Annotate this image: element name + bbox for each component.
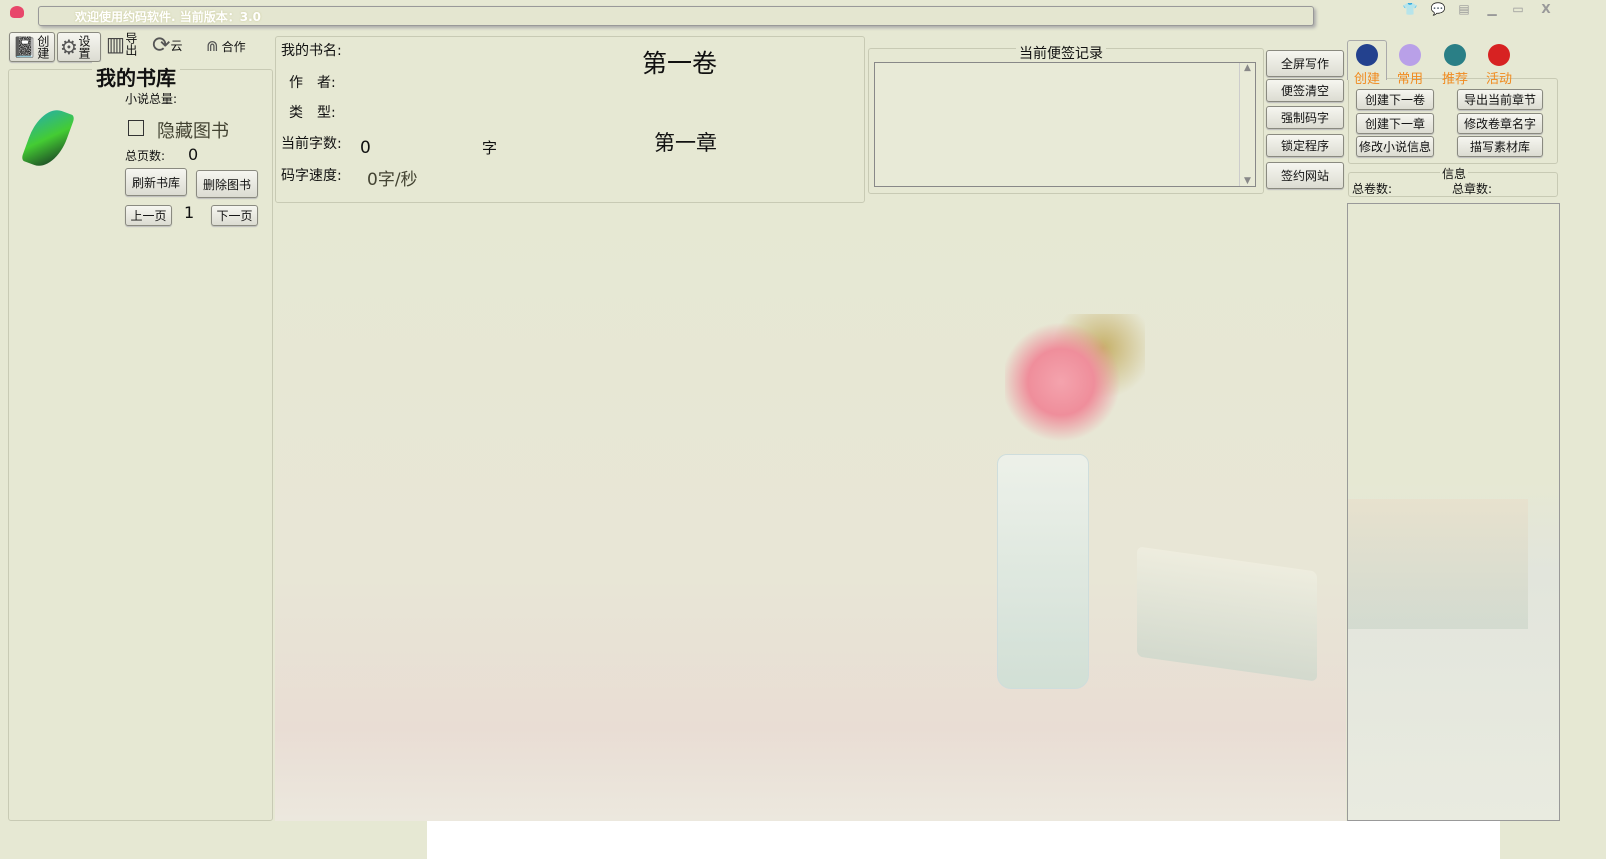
books-image xyxy=(1348,499,1528,629)
title-bar: 欢迎使用约码软件. 当前版本：3.0 xyxy=(38,6,1314,26)
notes-title: 当前便签记录 xyxy=(1016,43,1106,63)
current-page: 1 xyxy=(184,203,195,222)
next-page-button[interactable]: 下一页 xyxy=(211,205,258,226)
crystal-book-icon xyxy=(1399,44,1421,66)
minimize-icon[interactable]: ▁ xyxy=(1480,2,1504,20)
editor-area[interactable] xyxy=(275,204,1346,821)
export-chapter-button[interactable]: 导出当前章节 xyxy=(1457,89,1543,110)
refresh-library-button[interactable]: 刷新书库 xyxy=(125,168,187,196)
gem-icon xyxy=(1356,44,1378,66)
maximize-icon[interactable]: ▭ xyxy=(1506,2,1530,20)
chapter-title: 第一章 xyxy=(654,131,717,155)
speed-label: 码字速度: xyxy=(281,168,342,184)
eye-icon xyxy=(1444,44,1466,66)
tab-activity[interactable]: 活动 xyxy=(1479,44,1519,87)
library-title: 我的书库 xyxy=(92,62,180,91)
books-image xyxy=(1137,546,1317,682)
window-title: 欢迎使用约码软件. 当前版本：3.0 xyxy=(75,10,261,24)
app-logo-icon xyxy=(10,6,24,18)
hide-books-label: 隐藏图书 xyxy=(157,121,229,142)
edit-novel-info-button[interactable]: 修改小说信息 xyxy=(1356,136,1434,157)
close-icon[interactable]: X xyxy=(1534,2,1558,20)
cherry-icon xyxy=(1488,44,1510,66)
people-icon: ⋒ xyxy=(206,37,219,55)
toolbar-create-button[interactable]: 📓 创建 xyxy=(9,32,55,62)
total-novels-label: 小说总量: xyxy=(125,92,178,106)
prev-page-button[interactable]: 上一页 xyxy=(125,205,172,226)
total-pages-value: 0 xyxy=(188,145,199,164)
flowers-image xyxy=(1005,314,1145,484)
menu-icon[interactable]: ▤ xyxy=(1452,2,1476,20)
author-label: 作 者: xyxy=(289,75,336,91)
toolbar-cooperate-button[interactable]: ⋒ 合作 xyxy=(206,37,246,55)
speed-value: 0字/秒 xyxy=(367,170,418,190)
word-count-label: 当前字数: xyxy=(281,136,342,152)
toolbar-cloud-button[interactable]: ⟳ 云 xyxy=(152,33,182,58)
type-label: 类 型: xyxy=(289,105,336,121)
tab-create[interactable]: 创建 xyxy=(1347,44,1387,87)
volume-title: 第一卷 xyxy=(642,49,718,78)
rename-chapter-button[interactable]: 修改卷章名字 xyxy=(1457,113,1543,134)
chat-icon[interactable]: 💬 xyxy=(1426,2,1450,20)
force-typing-button[interactable]: 强制码字 xyxy=(1266,106,1344,129)
total-chapters-label: 总章数: xyxy=(1452,182,1493,196)
sign-website-button[interactable]: 签约网站 xyxy=(1266,162,1344,189)
export-icon: ▥ xyxy=(106,32,125,56)
delete-book-button[interactable]: 删除图书 xyxy=(196,170,258,198)
side-list-panel xyxy=(1347,203,1560,821)
lock-program-button[interactable]: 锁定程序 xyxy=(1266,134,1344,157)
notes-scrollbar[interactable]: ▲ ▼ xyxy=(1239,63,1255,186)
material-library-button[interactable]: 描写素材库 xyxy=(1457,136,1543,157)
word-count-value: 0 xyxy=(360,138,371,158)
total-volumes-label: 总卷数: xyxy=(1352,182,1393,196)
clear-notes-button[interactable]: 便签清空 xyxy=(1266,79,1344,102)
notebook-icon: 📓 xyxy=(12,35,37,59)
tab-common[interactable]: 常用 xyxy=(1390,44,1430,87)
book-name-label: 我的书名: xyxy=(281,43,342,59)
notes-textarea[interactable] xyxy=(874,62,1256,187)
flower-vase-image xyxy=(997,454,1089,689)
hide-books-checkbox[interactable] xyxy=(128,120,144,136)
status-bar xyxy=(427,821,1500,859)
tab-recommend[interactable]: 推荐 xyxy=(1435,44,1475,87)
fullscreen-write-button[interactable]: 全屏写作 xyxy=(1266,50,1344,77)
toolbar-export-button[interactable]: ▥ 导出 xyxy=(106,32,138,56)
gear-icon: ⚙ xyxy=(60,35,78,59)
create-next-chapter-button[interactable]: 创建下一章 xyxy=(1356,113,1434,134)
shirt-icon[interactable]: 👕 xyxy=(1398,2,1422,20)
word-unit: 字 xyxy=(482,139,498,157)
toolbar-settings-button[interactable]: ⚙ 设置 xyxy=(57,32,101,62)
sync-icon: ⟳ xyxy=(152,33,171,58)
create-next-volume-button[interactable]: 创建下一卷 xyxy=(1356,89,1434,110)
total-pages-label: 总页数: xyxy=(125,149,166,163)
info-panel xyxy=(275,36,865,203)
